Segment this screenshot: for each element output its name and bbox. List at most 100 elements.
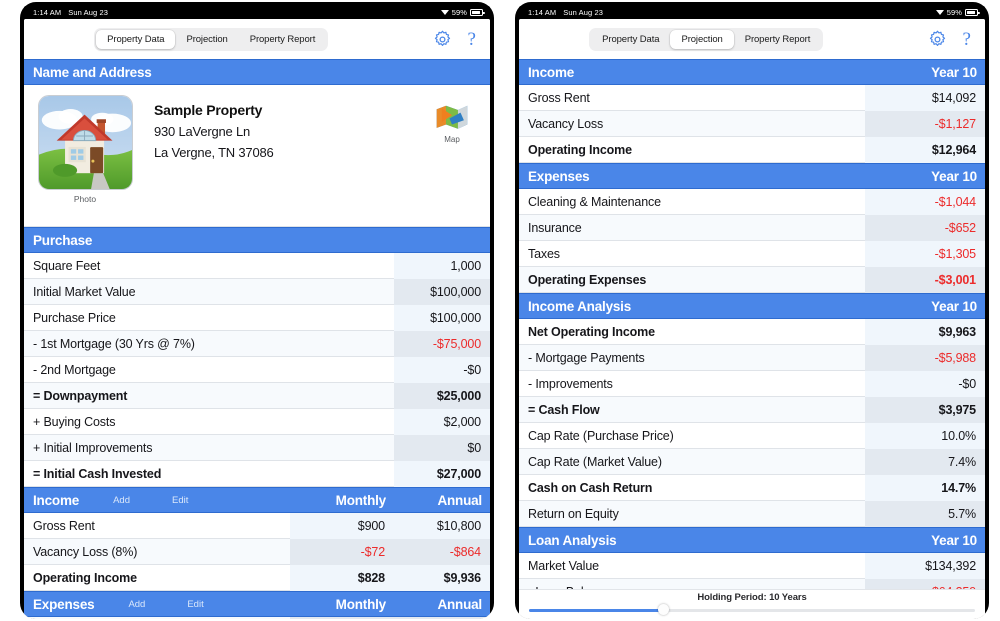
row-value: -$0	[394, 356, 490, 383]
income-edit-button[interactable]: Edit	[172, 495, 188, 506]
row-label: Operating Expenses	[528, 272, 647, 287]
map-button[interactable]: Map	[424, 95, 480, 144]
table-row[interactable]: + Buying Costs $2,000	[24, 408, 490, 435]
row-value: $3,975	[865, 396, 985, 423]
status-bar-right: 1:14 AM Sun Aug 23 59%	[519, 6, 985, 19]
table-row[interactable]: Vacancy Loss -$1,127	[519, 110, 985, 137]
house-photo-icon[interactable]	[37, 95, 133, 190]
row-label: - 2nd Mortgage	[33, 362, 116, 377]
tab-projection[interactable]: Projection	[670, 29, 734, 49]
property-photo-block[interactable]: Photo	[34, 95, 136, 204]
left-segmented-control[interactable]: Property Data Projection Property Report	[94, 27, 329, 51]
table-row[interactable]: Operating Expenses -$3,001	[519, 266, 985, 293]
row-label: Operating Income	[528, 142, 632, 157]
projection-income-table: Gross Rent $14,092 Vacancy Loss -$1,127 Op…	[519, 84, 985, 163]
table-row[interactable]: Cash on Cash Return 14.7%	[519, 474, 985, 501]
row-value: 10.0%	[865, 422, 985, 449]
row-label: - Mortgage Payments	[528, 350, 645, 365]
tab-property-report[interactable]: Property Report	[239, 30, 327, 49]
slider-thumb[interactable]	[657, 604, 669, 615]
income-analysis-table: Net Operating Income $9,963 - Mortgage Pa…	[519, 318, 985, 527]
photo-caption: Photo	[73, 194, 97, 204]
row-label: Return on Equity	[528, 506, 619, 521]
tab-property-data[interactable]: Property Data	[96, 29, 176, 49]
table-row[interactable]: + Initial Improvements $0	[24, 434, 490, 461]
row-label: = Cash Flow	[528, 402, 600, 417]
help-icon[interactable]: ?	[963, 30, 971, 49]
row-label: Gross Rent	[33, 518, 95, 533]
left-tablet-device: 1:14 AM Sun Aug 23 59% Property Data Pro…	[20, 2, 494, 619]
table-row[interactable]: Gross Rent $900 $10,800	[24, 512, 490, 539]
property-address-block: Sample Property 930 LaVergne Ln La Vergn…	[136, 95, 424, 160]
table-row[interactable]: Vacancy Loss (8%) -$72 -$864	[24, 538, 490, 565]
row-value-annual: $9,936	[394, 564, 490, 591]
table-row[interactable]: Gross Rent $14,092	[519, 84, 985, 111]
column-header-annual: Annual	[437, 492, 482, 508]
gear-icon[interactable]	[928, 30, 947, 49]
row-label: = Downpayment	[33, 388, 128, 403]
table-row[interactable]: Return on Equity 5.7%	[519, 500, 985, 527]
table-row[interactable]: = Initial Cash Invested $27,000	[24, 460, 490, 487]
wifi-icon	[935, 9, 944, 16]
battery-percent: 59%	[946, 8, 962, 17]
row-label: Insurance	[528, 220, 582, 235]
section-title: Income Analysis	[528, 298, 632, 314]
column-header-year: Year 10	[931, 532, 977, 548]
section-header-income-analysis: Income Analysis Year 10	[519, 293, 985, 319]
income-table: Gross Rent $900 $10,800 Vacancy Loss (8%) -…	[24, 512, 490, 591]
map-icon[interactable]	[435, 101, 469, 131]
row-value: $9,963	[865, 318, 985, 345]
section-title: Income	[528, 64, 575, 80]
status-date: Sun Aug 23	[563, 8, 604, 17]
row-value: -$5,988	[865, 344, 985, 371]
row-value: $12,964	[865, 136, 985, 163]
table-row[interactable]: Market Value $134,392	[519, 553, 985, 579]
row-label: = Initial Cash Invested	[33, 466, 162, 481]
help-icon[interactable]: ?	[468, 30, 476, 49]
tab-property-report[interactable]: Property Report	[734, 30, 822, 49]
purchase-table: Square Feet 1,000 Initial Market Value $10…	[24, 252, 490, 487]
row-label: Vacancy Loss (8%)	[33, 544, 138, 559]
table-row[interactable]: Cap Rate (Market Value) 7.4%	[519, 448, 985, 475]
row-value-monthly: $828	[290, 564, 394, 591]
table-row[interactable]: - Mortgage Payments -$5,988	[519, 344, 985, 371]
table-row[interactable]: Taxes -$1,305	[519, 240, 985, 267]
row-value: $100,000	[394, 304, 490, 331]
table-row[interactable]: Cleaning & Maintenance -$1,044	[519, 188, 985, 215]
table-row[interactable]: - Improvements -$0	[519, 370, 985, 397]
table-row[interactable]: Cap Rate (Purchase Price) 10.0%	[519, 422, 985, 449]
row-value: 14.7%	[865, 474, 985, 501]
table-row[interactable]: Cleaning & Maintenance-$67-$800	[24, 617, 490, 619]
row-value: -$1,044	[865, 188, 985, 215]
screenshot-stage: 1:14 AM Sun Aug 23 59% Property Data Pro…	[0, 0, 1000, 621]
section-title: Purchase	[33, 232, 93, 248]
table-row[interactable]: Insurance -$652	[519, 214, 985, 241]
expenses-edit-button[interactable]: Edit	[187, 599, 203, 610]
holding-period-slider[interactable]	[529, 604, 975, 615]
row-value: $14,092	[865, 84, 985, 111]
section-header-income: Income Year 10	[519, 59, 985, 85]
right-app-screen: Property Data Projection Property Report…	[519, 19, 985, 619]
table-row[interactable]: - 2nd Mortgage -$0	[24, 356, 490, 383]
table-row[interactable]: Operating Income $828 $9,936	[24, 564, 490, 591]
gear-icon[interactable]	[433, 30, 452, 49]
income-add-button[interactable]: Add	[113, 495, 130, 506]
table-row[interactable]: Square Feet 1,000	[24, 252, 490, 279]
table-row[interactable]: Operating Income $12,964	[519, 136, 985, 163]
table-row[interactable]: = Downpayment $25,000	[24, 382, 490, 409]
expenses-table: Cleaning & Maintenance-$67-$800	[24, 617, 490, 619]
table-row[interactable]: Initial Market Value $100,000	[24, 278, 490, 305]
table-row[interactable]: - 1st Mortgage (30 Yrs @ 7%) -$75,000	[24, 330, 490, 357]
column-header-year: Year 10	[931, 298, 977, 314]
table-row[interactable]: Net Operating Income $9,963	[519, 318, 985, 345]
table-row[interactable]: Purchase Price $100,000	[24, 304, 490, 331]
table-row[interactable]: = Cash Flow $3,975	[519, 396, 985, 423]
row-label: Cap Rate (Market Value)	[528, 454, 662, 469]
tab-property-data[interactable]: Property Data	[591, 30, 670, 49]
tab-projection[interactable]: Projection	[175, 30, 238, 49]
row-value: -$0	[865, 370, 985, 397]
right-segmented-control[interactable]: Property Data Projection Property Report	[589, 27, 824, 51]
column-header-monthly: Monthly	[335, 596, 387, 612]
section-title: Income	[33, 492, 80, 508]
expenses-add-button[interactable]: Add	[128, 599, 145, 610]
